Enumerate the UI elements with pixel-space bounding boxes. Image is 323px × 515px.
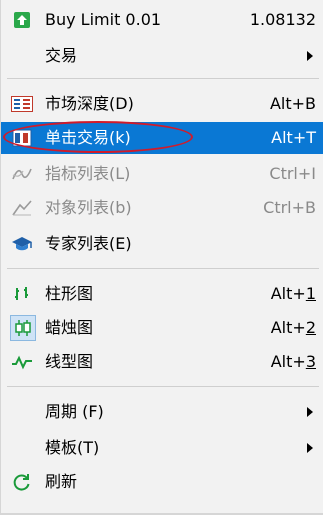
market-depth-shortcut: Alt+B (269, 94, 316, 113)
submenu-arrow-icon (307, 443, 313, 453)
line-chart-shortcut: Alt+3 (270, 352, 316, 371)
line-chart-label: 线型图 (45, 352, 94, 371)
object-list-label: 对象列表(b) (45, 198, 132, 217)
template-submenu-item[interactable]: 模板(T) (1, 432, 323, 464)
indicator-list-shortcut: Ctrl+I (269, 164, 316, 183)
indicator-list-label: 指标列表(L) (45, 164, 131, 183)
indicator-list-icon (11, 164, 33, 184)
object-list-icon (11, 198, 33, 218)
submenu-arrow-icon (307, 407, 313, 417)
period-label: 周期 (F) (45, 402, 104, 421)
buy-limit-item[interactable]: Buy Limit 0.01 1.08132 (1, 4, 323, 36)
refresh-item[interactable]: 刷新 (1, 466, 323, 498)
one-click-trading-shortcut: Alt+T (271, 128, 316, 147)
market-depth-item[interactable]: 市场深度(D) Alt+B (1, 88, 323, 120)
trade-label: 交易 (45, 46, 78, 65)
indicator-list-item[interactable]: 指标列表(L) Ctrl+I (1, 158, 323, 190)
bar-chart-shortcut: Alt+1 (270, 284, 316, 303)
candlestick-icon (10, 315, 36, 341)
period-submenu-item[interactable]: 周期 (F) (1, 396, 323, 428)
submenu-arrow-icon (307, 51, 313, 61)
object-list-shortcut: Ctrl+B (263, 198, 316, 217)
market-depth-icon (11, 94, 33, 114)
bar-chart-item[interactable]: 柱形图 Alt+1 (1, 278, 323, 310)
candlestick-shortcut: Alt+2 (270, 318, 316, 337)
candlestick-item[interactable]: 蜡烛图 Alt+2 (1, 312, 323, 344)
buy-limit-label: Buy Limit 0.01 (45, 10, 162, 29)
line-chart-icon (11, 352, 33, 372)
line-chart-item[interactable]: 线型图 Alt+3 (1, 346, 323, 378)
one-click-trading-label: 单击交易(k) (45, 128, 131, 147)
candlestick-label: 蜡烛图 (45, 318, 94, 337)
object-list-item[interactable]: 对象列表(b) Ctrl+B (1, 192, 323, 224)
expert-list-item[interactable]: 专家列表(E) (1, 228, 323, 260)
bar-chart-icon (11, 284, 33, 304)
buy-limit-price: 1.08132 (249, 10, 316, 29)
context-menu: Buy Limit 0.01 1.08132 交易 市场深度(D) Alt+B (0, 0, 323, 515)
green-up-arrow-icon (11, 10, 33, 30)
separator (7, 386, 319, 387)
separator (7, 268, 319, 269)
refresh-icon (11, 472, 33, 492)
bar-chart-label: 柱形图 (45, 284, 94, 303)
trade-submenu-item[interactable]: 交易 (1, 40, 323, 72)
one-click-trading-icon (11, 128, 33, 148)
expert-list-label: 专家列表(E) (45, 234, 132, 253)
graduation-cap-icon (11, 234, 33, 254)
template-label: 模板(T) (45, 438, 100, 457)
separator (7, 78, 319, 79)
refresh-label: 刷新 (45, 472, 78, 491)
market-depth-label: 市场深度(D) (45, 94, 134, 113)
one-click-trading-item[interactable]: 单击交易(k) Alt+T (1, 122, 323, 154)
